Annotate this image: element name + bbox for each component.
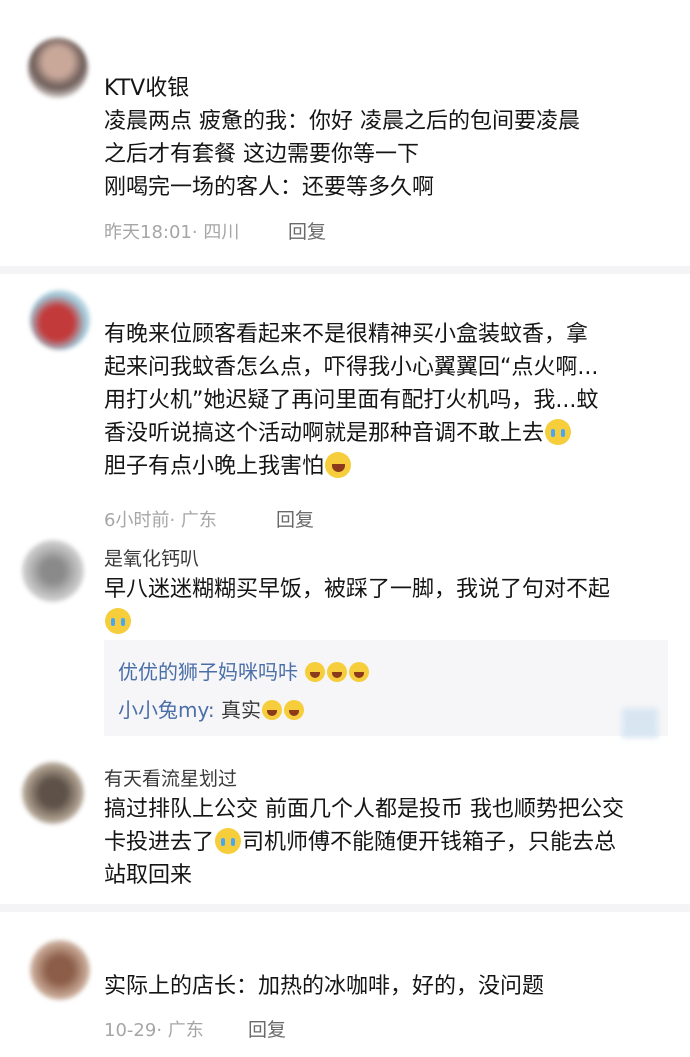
comment-line: 之后才有套餐 这边需要你等一下 — [104, 142, 419, 167]
divider — [0, 266, 690, 274]
comment-text: 搞过排队上公交 前面几个人都是投币 我也顺势把公交 卡投进去了 司机师傅不能随便开… — [104, 793, 624, 892]
user-avatar[interactable] — [22, 540, 84, 602]
comment-line: 香没听说搞这个活动啊就是那种音调不敢上去 — [104, 417, 598, 450]
sub-reply-username[interactable]: 小小兔my: — [118, 698, 215, 722]
comment-time: 10-29 — [104, 1020, 157, 1041]
user-avatar[interactable] — [30, 290, 90, 350]
user-avatar[interactable] — [22, 762, 84, 824]
comment-meta: 6小时前· 广东 — [104, 510, 217, 531]
comment-line: 实际上的店长：加热的冰咖啡，好的，没问题 — [104, 974, 545, 999]
user-avatar[interactable] — [28, 38, 88, 98]
laughing-emoji-icon — [325, 452, 352, 478]
comment-text: 早八迷迷糊糊买早饭，被踩了一脚，我说了句对不起 — [104, 573, 610, 639]
sub-replies-box[interactable]: 优优的狮子妈咪吗咔 小小兔my: 真实 — [104, 640, 668, 736]
comment-location: 广东 — [180, 510, 217, 531]
comment-time: 昨天18:01 — [104, 222, 192, 243]
reply-button[interactable]: 回复 — [248, 1015, 286, 1042]
comment-line: 胆子有点小晚上我害怕 — [104, 450, 598, 483]
sub-reply-username[interactable]: 优优的狮子妈咪吗咔 — [118, 660, 298, 684]
reply-button[interactable]: 回复 — [276, 505, 314, 532]
laughing-emoji-icon — [305, 662, 326, 682]
comment-line: 早八迷迷糊糊买早饭，被踩了一脚，我说了句对不起 — [104, 577, 611, 602]
reply-button[interactable]: 回复 — [288, 217, 326, 244]
crying-emoji-icon — [215, 828, 242, 854]
comment-line: 刚喝完一场的客人：还要等多久啊 — [104, 175, 435, 200]
laughing-emoji-icon — [327, 662, 348, 682]
blurred-sticker — [622, 708, 658, 738]
comment-line: 用打火机”她迟疑了再问里面有配打火机吗，我...蚊 — [104, 388, 599, 413]
laughing-emoji-icon — [261, 700, 282, 720]
sub-reply[interactable]: 小小兔my: 真实 — [118, 694, 305, 723]
comment-line: 站取回来 — [104, 863, 193, 888]
divider — [0, 904, 690, 912]
comment-line: 卡投进去了 司机师傅不能随便开钱箱子，只能去总 — [104, 828, 617, 855]
comment-line: KTV收银 — [104, 76, 190, 101]
comment-username[interactable]: 有天看流星划过 — [104, 764, 237, 791]
comment-location: 广东 — [167, 1020, 204, 1041]
comment-text: 有晚来位顾客看起来不是很精神买小盒装蚊香，拿 起来问我蚊香怎么点，吓得我小心翼翼… — [104, 318, 598, 483]
comment-text: 实际上的店长：加热的冰咖啡，好的，没问题 — [104, 970, 544, 1003]
comment-line: 凌晨两点 疲惫的我：你好 凌晨之后的包间要凌晨 — [104, 109, 580, 134]
comment-line — [104, 606, 610, 639]
comment-username[interactable]: 是氧化钙叭 — [104, 544, 199, 571]
comment-line: 搞过排队上公交 前面几个人都是投币 我也顺势把公交 — [104, 797, 624, 822]
comment-location: 四川 — [203, 222, 240, 243]
sub-reply[interactable]: 优优的狮子妈咪吗咔 — [118, 656, 370, 685]
comment-line: 起来问我蚊香怎么点，吓得我小心翼翼回“点火啊... — [104, 355, 599, 380]
comment-meta: 10-29· 广东 — [104, 1020, 204, 1041]
crying-emoji-icon — [545, 419, 572, 445]
comment-text: KTV收银 凌晨两点 疲惫的我：你好 凌晨之后的包间要凌晨 之后才有套餐 这边需… — [104, 72, 580, 204]
comment-line: 有晚来位顾客看起来不是很精神买小盒装蚊香，拿 — [104, 322, 589, 347]
user-avatar[interactable] — [30, 940, 90, 1000]
laughing-emoji-icon — [283, 700, 304, 720]
comment-meta: 昨天18:01· 四川 — [104, 222, 240, 243]
comment-time: 6小时前 — [104, 510, 170, 531]
crying-emoji-icon — [105, 608, 131, 634]
laughing-emoji-icon — [349, 662, 370, 682]
